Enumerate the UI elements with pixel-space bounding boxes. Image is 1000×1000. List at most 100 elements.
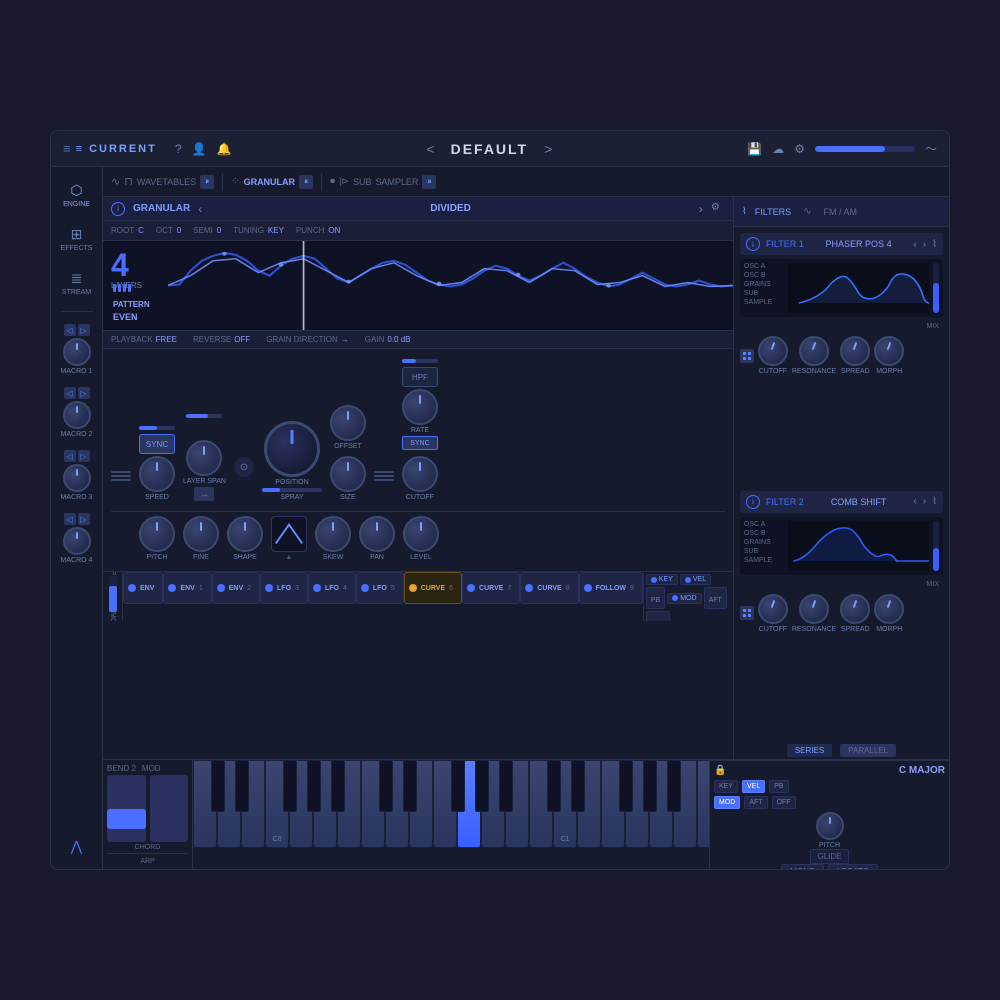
- key-mod-btn[interactable]: KEY: [646, 574, 678, 585]
- lfo5-mod-item[interactable]: LFO 5: [356, 572, 404, 604]
- speed-knob[interactable]: [139, 456, 175, 492]
- filter1-power-icon[interactable]: ⌇: [932, 239, 937, 250]
- macro-3-left-arrow[interactable]: ◁: [64, 450, 76, 462]
- macro-2-knob[interactable]: [63, 401, 91, 429]
- waveform-tab-icons[interactable]: ∿ ⊓: [111, 175, 133, 188]
- filter1-info-btn[interactable]: i: [746, 237, 760, 251]
- env2-mod-item[interactable]: ENV 2: [212, 572, 260, 604]
- macro-1-left-arrow[interactable]: ◁: [64, 324, 76, 336]
- fm-am-tab[interactable]: FM / AM: [824, 207, 858, 217]
- black-key-7[interactable]: [403, 760, 417, 812]
- mod-slider[interactable]: [150, 775, 189, 842]
- sub-tab[interactable]: SUB: [353, 177, 372, 187]
- sync-button[interactable]: SYNC: [139, 434, 175, 454]
- macro-3-knob[interactable]: [63, 464, 91, 492]
- vel-btn[interactable]: VEL: [742, 780, 765, 793]
- link-icon[interactable]: ⊙: [234, 457, 254, 477]
- macro-4-knob[interactable]: [63, 527, 91, 555]
- aft-mod-btn[interactable]: AFT: [704, 587, 727, 609]
- amp-slider[interactable]: [109, 576, 117, 612]
- sidebar-engine-btn[interactable]: ⬡ ENGINE: [57, 175, 97, 215]
- granular-prev-btn[interactable]: ‹: [198, 202, 202, 216]
- mono-button[interactable]: MONO: [781, 864, 824, 869]
- black-key-4[interactable]: [307, 760, 321, 812]
- vel-mod-btn[interactable]: VEL: [680, 574, 711, 585]
- white-key-22[interactable]: [697, 760, 709, 848]
- key-btn[interactable]: KEY: [714, 780, 738, 793]
- filter2-mix-slider[interactable]: [933, 521, 939, 571]
- pitch-knob[interactable]: [139, 516, 175, 552]
- curve8-mod-item[interactable]: CURVE 8: [520, 572, 578, 604]
- save-icon[interactable]: 💾: [747, 142, 762, 156]
- filter2-spread-knob[interactable]: [840, 594, 870, 624]
- fine-knob[interactable]: [183, 516, 219, 552]
- user-icon[interactable]: 👤: [192, 142, 207, 156]
- skew-knob[interactable]: [315, 516, 351, 552]
- keyboard-pitch-knob[interactable]: [816, 812, 844, 840]
- granular-info-btn[interactable]: i: [111, 202, 125, 216]
- black-key-1[interactable]: [211, 760, 225, 812]
- next-preset-button[interactable]: >: [544, 141, 552, 157]
- layer-span-arrows[interactable]: ↔: [194, 487, 214, 501]
- layer-span-slider[interactable]: [186, 414, 222, 418]
- curve6-mod-item[interactable]: CURVE 6: [404, 572, 462, 604]
- filter1-next-btn[interactable]: ›: [923, 239, 926, 250]
- black-key-2[interactable]: [235, 760, 249, 812]
- filter1-mix-slider[interactable]: [933, 263, 939, 313]
- black-key-10[interactable]: [499, 760, 513, 812]
- filter2-resonance-knob[interactable]: [799, 594, 829, 624]
- granular-settings-btn[interactable]: ⚙: [711, 202, 725, 216]
- filter1-prev-btn[interactable]: ‹: [913, 239, 916, 250]
- square-wave-icon[interactable]: ⊓: [124, 175, 133, 188]
- black-key-8[interactable]: [451, 760, 465, 812]
- filter1-grid-btn[interactable]: [740, 349, 754, 363]
- bend-slider[interactable]: [107, 775, 146, 842]
- macro-4-left-arrow[interactable]: ◁: [64, 513, 76, 525]
- black-key-13[interactable]: [619, 760, 633, 812]
- legato-button[interactable]: LEGATO: [828, 864, 878, 869]
- sampler-pause-btn[interactable]: ⏸: [422, 175, 436, 189]
- layer-span-knob[interactable]: [186, 440, 222, 476]
- filter2-cutoff-knob[interactable]: [758, 594, 788, 624]
- curve7-mod-item[interactable]: CURVE 7: [462, 572, 520, 604]
- cutoff-knob[interactable]: [402, 456, 438, 492]
- help-icon[interactable]: ?: [175, 142, 182, 156]
- level-knob[interactable]: [403, 516, 439, 552]
- black-key-3[interactable]: [283, 760, 297, 812]
- sidebar-effects-btn[interactable]: ⊞ EFFECTS: [57, 219, 97, 259]
- filter1-cutoff-knob[interactable]: [758, 336, 788, 366]
- bell-icon[interactable]: 🔔: [216, 142, 231, 156]
- filter1-resonance-knob[interactable]: [799, 336, 829, 366]
- shape-knob[interactable]: [227, 516, 263, 552]
- black-key-11[interactable]: [547, 760, 561, 812]
- mod-kr-btn[interactable]: MOD: [714, 796, 740, 809]
- granular-pause-btn[interactable]: ⏸: [299, 175, 313, 189]
- lock-icon[interactable]: 🔒: [714, 765, 726, 776]
- spray-slider[interactable]: [262, 488, 322, 492]
- pb-mod-btn[interactable]: PB: [646, 587, 665, 609]
- mod-mod-btn[interactable]: MOD: [667, 593, 701, 604]
- black-key-15[interactable]: [667, 760, 681, 812]
- speed-slider[interactable]: [139, 426, 175, 430]
- rate-slider[interactable]: [402, 359, 438, 363]
- pb-btn[interactable]: PB: [769, 780, 788, 793]
- wavetables-pause-btn[interactable]: ⏸: [200, 175, 214, 189]
- macro-2-left-arrow[interactable]: ◁: [64, 387, 76, 399]
- prev-preset-button[interactable]: <: [426, 141, 434, 157]
- sidebar-stream-btn[interactable]: ≣ STREAM: [57, 263, 97, 303]
- rate-sync-btn[interactable]: SYNC: [402, 436, 438, 450]
- filter2-next-btn[interactable]: ›: [923, 496, 926, 507]
- black-key-6[interactable]: [379, 760, 393, 812]
- black-key-14[interactable]: [643, 760, 657, 812]
- follow9-mod-item[interactable]: FOLLOW 9: [579, 572, 643, 604]
- pan-knob[interactable]: [359, 516, 395, 552]
- granular-tab[interactable]: GRANULAR: [244, 177, 296, 187]
- macro-2-right-arrow[interactable]: ▷: [78, 387, 90, 399]
- env-mod-item[interactable]: ENV: [123, 572, 163, 604]
- settings-icon[interactable]: ⚙: [794, 142, 805, 156]
- aft-btn[interactable]: AFT: [744, 796, 767, 809]
- off-mod-btn[interactable]: OFF: [646, 611, 670, 621]
- rate-knob[interactable]: [402, 389, 438, 425]
- off-btn[interactable]: OFF: [772, 796, 796, 809]
- offset-knob[interactable]: [330, 405, 366, 441]
